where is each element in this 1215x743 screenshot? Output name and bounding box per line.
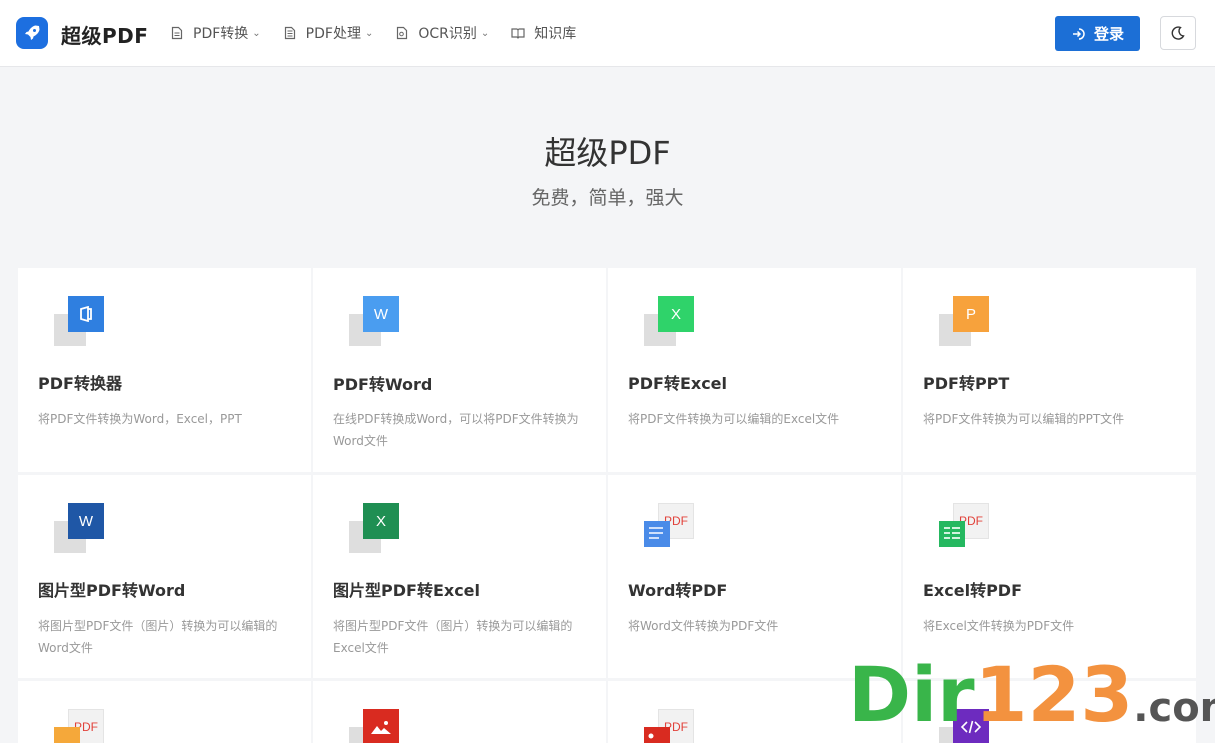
logo-text[interactable]: 超级PDF (61, 20, 148, 49)
nav-pdf-convert[interactable]: PDF转换 ⌄ (170, 23, 261, 43)
theme-toggle-button[interactable] (1160, 16, 1196, 50)
word-to-pdf-icon: PDF (644, 503, 696, 555)
nav-label: 知识库 (534, 26, 577, 42)
main-nav: PDF转换 ⌄ PDF处理 ⌄ OCR识别 ⌄ 知识库 (170, 23, 598, 43)
document-search-icon (397, 26, 408, 40)
card-description: 将Excel文件转换为PDF文件 (923, 619, 1075, 633)
watermark: Dir123.com (848, 650, 1215, 739)
document-icon (284, 26, 295, 40)
nav-label: PDF处理 (305, 26, 361, 42)
card-excel-to-pdf[interactable]: PDF Excel转PDF 将Excel文件转换为PDF文件 (903, 475, 1196, 678)
card-pdf-to-excel[interactable]: X PDF转Excel 将PDF文件转换为可以编辑的Excel文件 (608, 268, 901, 472)
card-title: PDF转Word (333, 375, 433, 394)
card-image-pdf-to-excel[interactable]: X 图片型PDF转Excel 将图片型PDF文件（图片）转换为可以编辑的Exce… (313, 475, 606, 678)
word-icon: W (54, 503, 106, 555)
login-label: 登录 (1093, 25, 1124, 43)
card-title: PDF转PPT (923, 374, 1010, 393)
chevron-down-icon: ⌄ (364, 27, 374, 39)
chevron-down-icon: ⌄ (252, 27, 261, 39)
card-description: 将图片型PDF文件（图片）转换为可以编辑的Excel文件 (333, 619, 573, 655)
card-description: 将图片型PDF文件（图片）转换为可以编辑的Word文件 (38, 619, 278, 655)
card-title: 图片型PDF转Word (38, 581, 186, 600)
nav-pdf-process[interactable]: PDF处理 ⌄ (283, 23, 374, 43)
card-row3-1[interactable]: PDF (18, 681, 311, 743)
card-word-to-pdf[interactable]: PDF Word转PDF 将Word文件转换为PDF文件 (608, 475, 901, 678)
nav-label: PDF转换 (193, 26, 249, 42)
nav-knowledge[interactable]: 知识库 (511, 23, 576, 43)
card-pdf-converter[interactable]: PDF转换器 将PDF文件转换为Word，Excel，PPT (18, 268, 311, 472)
card-description: 在线PDF转换成Word，可以将PDF文件转换为Word文件 (333, 412, 579, 448)
document-icon (171, 26, 183, 40)
card-image-pdf-to-word[interactable]: W 图片型PDF转Word 将图片型PDF文件（图片）转换为可以编辑的Word文… (18, 475, 311, 678)
image-icon (349, 709, 401, 743)
word-icon: W (349, 296, 401, 348)
card-description: 将PDF文件转换为Word，Excel，PPT (38, 412, 242, 426)
rocket-logo-icon[interactable] (16, 17, 48, 49)
card-title: PDF转换器 (38, 374, 122, 393)
hero-title: 超级PDF (544, 134, 671, 172)
card-description: 将Word文件转换为PDF文件 (628, 619, 779, 633)
pdf-icon: PDF (644, 709, 696, 743)
card-title: Excel转PDF (923, 581, 1023, 600)
card-pdf-to-word[interactable]: W PDF转Word 在线PDF转换成Word，可以将PDF文件转换为Word文… (313, 268, 606, 472)
chevron-down-icon: ⌄ (480, 27, 490, 39)
excel-icon: X (644, 296, 696, 348)
excel-to-pdf-icon: PDF (939, 503, 991, 555)
nav-label: OCR识别 (418, 26, 477, 42)
card-row3-2[interactable] (313, 681, 606, 743)
card-description: 将PDF文件转换为可以编辑的Excel文件 (628, 412, 840, 426)
image-to-pdf-icon: PDF (54, 709, 106, 743)
card-title: 图片型PDF转Excel (333, 581, 481, 600)
office-icon (54, 296, 106, 348)
card-title: PDF转Excel (628, 374, 728, 393)
card-description: 将PDF文件转换为可以编辑的PPT文件 (923, 412, 1125, 426)
card-pdf-to-ppt[interactable]: P PDF转PPT 将PDF文件转换为可以编辑的PPT文件 (903, 268, 1196, 472)
book-icon (511, 28, 525, 39)
nav-ocr[interactable]: OCR识别 ⌄ (395, 23, 489, 43)
top-navbar: 超级PDF PDF转换 ⌄ PDF处理 ⌄ OCR识别 ⌄ 知识库 登录 (0, 0, 1215, 67)
moon-icon (1171, 26, 1185, 40)
card-title: Word转PDF (628, 581, 728, 600)
login-icon (1072, 27, 1085, 40)
login-button[interactable]: 登录 (1055, 16, 1140, 51)
excel-icon: X (349, 503, 401, 555)
hero-subtitle: 免费，简单，强大 (531, 187, 684, 209)
ppt-icon: P (939, 296, 991, 348)
